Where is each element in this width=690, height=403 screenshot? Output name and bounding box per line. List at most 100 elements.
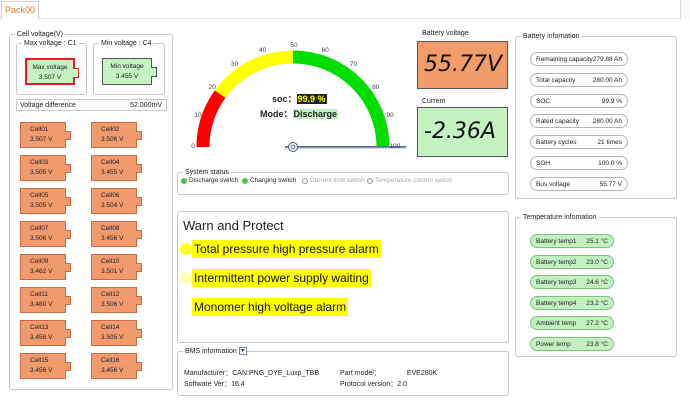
battery-info-row: Rated capacity 280.00 Ah [530,114,628,129]
gauge-tick-label: 10 [194,111,202,119]
battery-info-label: Bus voltage [536,180,570,188]
temperature-row: Battery temp1 25.1 °C [530,234,614,248]
cell-terminal [136,131,142,140]
cell-terminal [65,362,71,371]
warn-protect-title: Warn and Protect [183,218,284,233]
gauge-tick-label: 0 [191,143,195,150]
cell-name: Cell09 [30,258,49,265]
gauge-tick-label: 60 [321,46,329,54]
cell-cell08: Cell08 3.456 V [91,221,142,247]
voltage-difference-value: 52.000mV [130,102,162,109]
software-label: Software Ver： [184,381,232,388]
cell-cell13: Cell13 3.458 V [20,320,71,346]
battery-info-row: Remaining capacity 279.88 Ah [530,52,628,66]
cell-cell16: Cell16 3.456 V [91,353,142,379]
cell-value: 3.507 V [30,136,53,143]
current-panel: Current -2.36A [416,95,509,159]
protocol-label: Protocol version： [340,381,398,388]
bms-info-title: BMS information ▾ [183,347,247,356]
gauge-tick-label: 30 [230,61,239,69]
temperature-value: 23.2 °C [586,299,608,307]
temperature-info-title: Temperature infomation [521,213,599,222]
cell-value: 3.456 V [101,235,124,242]
max-voltage-battery-nub [73,68,79,78]
cell-value: 3.506 V [30,235,53,242]
battery-info-row: SOC 99.9 % [530,93,628,108]
cell-value: 3.480 V [30,301,53,308]
radio-indicator [242,178,248,184]
cell-terminal [136,197,142,206]
min-voltage-battery: Min voltage 3.455 V [102,58,157,85]
manufacturer-value: CAN:PNG_DYE_Luxp_TBB [232,370,320,377]
max-voltage-box: Max voltage : C1 Max voltage 3.507 V [16,39,87,95]
battery-info-value: 99.9 % [601,97,622,105]
cell-terminal [65,230,71,239]
radio-indicator [302,178,308,184]
part-model-label: Part model： [340,370,381,377]
status-radio-1[interactable]: Charging switch [242,177,296,185]
gauge-arc-low [196,90,226,148]
mode-label: Mode： [260,109,293,119]
gauge-tick-label: 40 [259,46,267,54]
status-radio-label: Charging switch [250,177,297,184]
temperature-label: Ambient temp [536,320,577,328]
min-voltage-title: Min voltage : C4 [99,39,154,48]
battery-voltage-panel: Battery voltage 55.77V [416,27,509,91]
cell-value: 3.456 V [30,367,53,374]
battery-info-value: 100.0 % [598,160,622,167]
software-value: 16.4 [231,381,245,388]
gauge-tick-label: 20 [208,83,216,91]
radio-indicator [181,178,187,184]
soc-gauge: 0 10 20 30 40 50 60 70 80 90 100 soc：99.9 % Mode：D… [178,32,414,160]
cell-name: Cell02 [101,126,120,133]
status-radio-2[interactable]: Current limit switch [302,177,365,185]
cell-cell06: Cell06 3.504 V [91,188,142,214]
battery-info-row: Bus voltage 55.77 V [530,176,628,191]
current-display: -2.36A [417,107,508,157]
status-radio-0[interactable]: Discharge switch [181,177,238,185]
cell-cell05: Cell05 3.505 V [20,188,71,214]
battery-info-label: Battery cycles [536,139,577,147]
cell-terminal [65,131,71,140]
cell-name: Cell06 [101,192,120,199]
battery-info-title: Battery infomation [521,32,582,41]
system-status-panel: System status Discharge switch Charging s… [177,168,509,195]
cell-name: Cell10 [101,258,120,265]
cell-value: 3.505 V [30,202,53,209]
cell-cell07: Cell07 3.506 V [20,221,71,247]
temperature-row: Power temp 23.8 °C [530,337,614,351]
protocol-row: Protocol version：2.0 [340,379,407,389]
tab-pack00[interactable]: Pack00 [1,1,39,19]
cell-value: 3.505 V [101,334,124,341]
cell-value: 3.506 V [101,136,124,143]
battery-voltage-value: 55.77V [424,52,503,77]
status-radio-3[interactable]: Temperature control switch [367,177,453,185]
cell-voltage-panel: Cell voltage(V) Max voltage : C1 Max vol… [9,30,173,390]
temperature-value: 23.8 °C [586,341,608,348]
battery-info-label: SOC [536,97,551,105]
battery-info-value: 279.88 Ah [592,56,622,63]
battery-voltage-title: Battery voltage [422,30,469,37]
cell-cell02: Cell02 3.506 V [91,122,142,148]
battery-info-row: Total capacity 280.00 Ah [530,72,628,87]
system-status-title: System status [183,168,231,177]
cell-value: 3.505 V [30,169,53,176]
part-model-value: EVE280K [406,370,438,377]
cell-cell14: Cell14 3.505 V [91,320,142,346]
gauge-tick-label: 50 [290,42,298,49]
cell-terminal [136,296,142,305]
temperature-value: 23.0 °C [586,258,608,266]
temperature-row: Battery temp4 23.2 °C [530,295,614,310]
soc-value: 99.9 % [296,94,327,104]
battery-info-value: 280.00 Ah [592,76,622,84]
expand-icon[interactable]: ▾ [238,347,247,355]
manufacturer-row: Manufacturer：CAN:PNG_DYE_Luxp_TBB [184,368,319,378]
cell-value: 3.458 V [30,334,53,341]
max-voltage-title: Max voltage : C1 [22,39,79,48]
manufacturer-label: Manufacturer： [184,370,233,377]
cell-terminal [136,263,142,272]
min-voltage-battery-nub [151,67,157,77]
status-radio-label: Temperature control switch [375,177,453,184]
max-voltage-label: Max voltage [32,64,68,71]
temperature-row: Battery temp3 24.6 °C [530,275,614,290]
